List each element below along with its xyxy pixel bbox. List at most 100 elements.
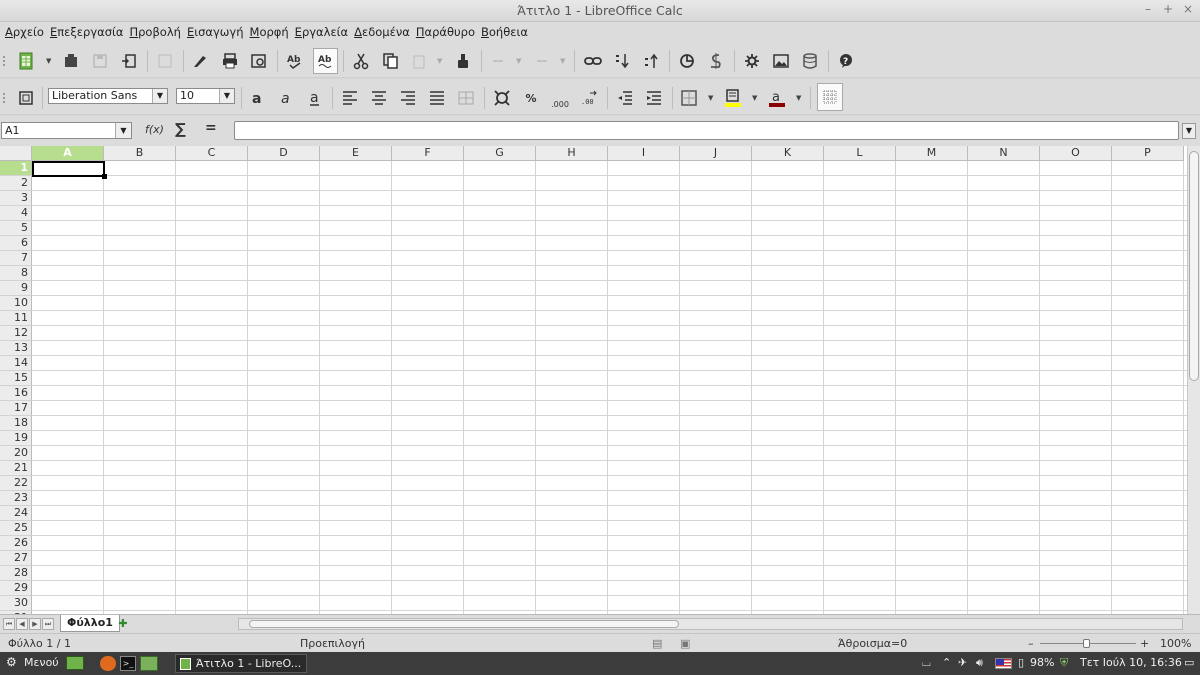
image-icon[interactable]	[770, 50, 792, 72]
zoom-level[interactable]: 100%	[1160, 637, 1191, 650]
page-style[interactable]: Προεπιλογή	[300, 637, 365, 650]
align-left-icon[interactable]	[339, 87, 361, 109]
spellcheck-icon[interactable]: Ab	[284, 50, 306, 72]
row-header-10[interactable]: 10	[0, 296, 32, 311]
column-header-d[interactable]: D	[248, 146, 320, 161]
column-header-k[interactable]: K	[752, 146, 824, 161]
chart-icon[interactable]	[676, 50, 698, 72]
shield-icon[interactable]: ⛨	[1060, 656, 1068, 670]
row-header-30[interactable]: 30	[0, 596, 32, 611]
row-header-2[interactable]: 2	[0, 176, 32, 191]
gridlines-toggle-icon[interactable]	[817, 83, 843, 111]
notifications-icon[interactable]: ▭	[1184, 656, 1194, 669]
row-header-5[interactable]: 5	[0, 221, 32, 236]
row-header-9[interactable]: 9	[0, 281, 32, 296]
function-wizard-button[interactable]: f(x)	[145, 123, 164, 136]
row-header-8[interactable]: 8	[0, 266, 32, 281]
formula-input[interactable]	[234, 121, 1179, 140]
sort-descending-icon[interactable]	[611, 50, 633, 72]
justify-icon[interactable]	[426, 87, 448, 109]
menu-view[interactable]: Προβολή	[126, 25, 183, 39]
row-header-7[interactable]: 7	[0, 251, 32, 266]
keyboard-layout-flag-icon[interactable]	[995, 658, 1012, 669]
chevron-down-icon[interactable]: ▼	[46, 57, 53, 65]
increase-indent-icon[interactable]	[643, 87, 665, 109]
menu-edit[interactable]: Επεξεργασία	[47, 25, 127, 39]
row-header-11[interactable]: 11	[0, 311, 32, 326]
database-icon[interactable]	[799, 50, 821, 72]
column-header-l[interactable]: L	[824, 146, 896, 161]
row-header-12[interactable]: 12	[0, 326, 32, 341]
name-box[interactable]: A1 ▼	[1, 122, 132, 139]
undo-icon[interactable]	[487, 50, 509, 72]
menu-help[interactable]: Βοήθεια	[478, 25, 531, 39]
maximize-button[interactable]: +	[1160, 2, 1176, 18]
formula-button[interactable]: =	[205, 120, 217, 136]
autospellcheck-icon[interactable]: Ab	[313, 48, 338, 74]
next-sheet-icon[interactable]: ▶	[29, 618, 41, 630]
row-header-28[interactable]: 28	[0, 566, 32, 581]
first-sheet-icon[interactable]: ⏮	[3, 618, 15, 630]
menu-format[interactable]: Μορφή	[247, 25, 292, 39]
print-icon[interactable]	[219, 50, 241, 72]
font-size-box[interactable]: 10 ▼	[176, 88, 235, 104]
chevron-down-icon[interactable]: ▼	[752, 94, 759, 102]
italic-icon[interactable]: a	[275, 87, 297, 109]
network-icon[interactable]: ✈	[958, 656, 967, 669]
column-header-p[interactable]: P	[1112, 146, 1184, 161]
chevron-down-icon[interactable]: ▼	[115, 123, 131, 138]
row-header-4[interactable]: 4	[0, 206, 32, 221]
terminal-icon[interactable]: >_	[120, 656, 136, 671]
select-all-corner[interactable]	[0, 146, 32, 161]
toolbar-grip[interactable]	[3, 56, 6, 66]
hyperlink-icon[interactable]	[582, 50, 604, 72]
zoom-out-button[interactable]: –	[1028, 637, 1034, 650]
cell-area[interactable]	[32, 161, 1187, 614]
files-icon[interactable]	[140, 656, 158, 671]
align-right-icon[interactable]	[397, 87, 419, 109]
chevron-down-icon[interactable]: ▼	[708, 94, 715, 102]
column-header-g[interactable]: G	[464, 146, 536, 161]
menu-file[interactable]: Αρχείο	[2, 25, 47, 39]
print-preview-icon[interactable]	[248, 50, 270, 72]
vertical-scroll-thumb[interactable]	[1189, 151, 1199, 381]
open-folder-icon[interactable]	[60, 50, 82, 72]
new-document-icon[interactable]	[15, 50, 37, 72]
sum-button[interactable]: ∑	[175, 120, 186, 138]
cut-icon[interactable]	[350, 50, 372, 72]
start-menu-button[interactable]: Μενού	[24, 656, 59, 669]
styles-icon[interactable]	[15, 87, 37, 109]
horizontal-scrollbar[interactable]	[238, 618, 1183, 630]
row-header-20[interactable]: 20	[0, 446, 32, 461]
percent-button[interactable]: %	[520, 87, 542, 109]
vertical-scrollbar[interactable]	[1187, 146, 1200, 614]
decimal-format-button[interactable]: .000	[549, 87, 571, 109]
row-header-14[interactable]: 14	[0, 356, 32, 371]
cell-cursor-a1[interactable]	[32, 161, 107, 179]
borders-icon[interactable]	[678, 87, 700, 109]
expand-formula-bar-icon[interactable]: ▼	[1182, 123, 1196, 139]
show-desktop-icon[interactable]	[66, 656, 84, 670]
align-center-icon[interactable]	[368, 87, 390, 109]
clock[interactable]: Τετ Ιούλ 10, 16:36	[1080, 656, 1182, 669]
paste-icon[interactable]	[408, 50, 430, 72]
chevron-up-icon[interactable]: ⌃	[942, 656, 951, 669]
column-header-m[interactable]: M	[896, 146, 968, 161]
clone-formatting-icon[interactable]	[452, 50, 474, 72]
column-header-f[interactable]: F	[392, 146, 464, 161]
row-header-24[interactable]: 24	[0, 506, 32, 521]
row-header-19[interactable]: 19	[0, 431, 32, 446]
row-header-27[interactable]: 27	[0, 551, 32, 566]
font-color-icon[interactable]: a	[766, 87, 788, 109]
row-header-23[interactable]: 23	[0, 491, 32, 506]
chevron-down-icon[interactable]: ▼	[516, 57, 523, 65]
close-button[interactable]: ×	[1180, 2, 1196, 18]
chevron-down-icon[interactable]: ▼	[560, 57, 567, 65]
column-header-i[interactable]: I	[608, 146, 680, 161]
save-icon[interactable]	[89, 50, 111, 72]
add-sheet-icon[interactable]: ✚	[113, 617, 133, 631]
row-header-29[interactable]: 29	[0, 581, 32, 596]
column-header-a[interactable]: A	[32, 146, 104, 161]
sheet-tab-1[interactable]: Φύλλο1	[60, 615, 120, 632]
column-header-n[interactable]: N	[968, 146, 1040, 161]
